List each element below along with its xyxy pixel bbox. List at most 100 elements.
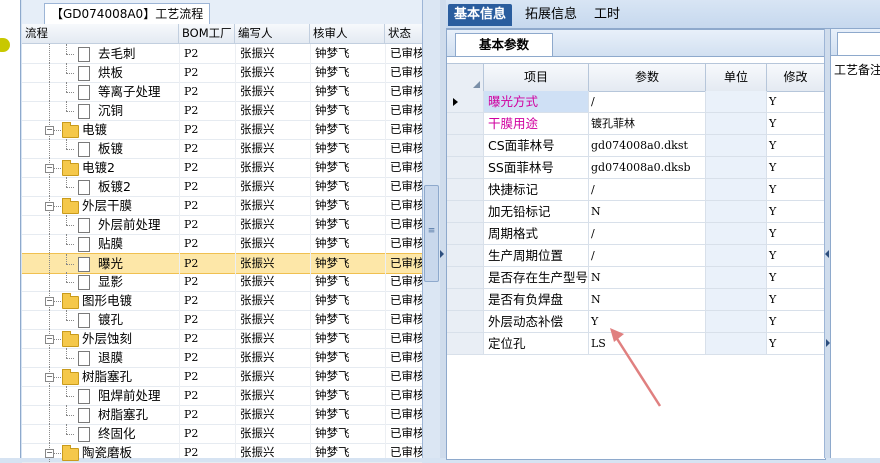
param-unit-cell[interactable] (706, 179, 767, 200)
tab-extended-info[interactable]: 拓展信息 (520, 4, 582, 26)
param-row[interactable]: 干膜用途 镀孔菲林 Y (447, 113, 825, 135)
tab-basic-info[interactable]: 基本信息 (448, 4, 512, 26)
tree-row[interactable]: 镀孔 P2 张振兴 钟梦飞 已审核 (22, 310, 425, 330)
collapse-icon[interactable]: − (45, 202, 54, 211)
param-value-cell[interactable]: 镀孔菲林 (589, 113, 706, 134)
splitter-left[interactable]: ≡ (422, 0, 441, 458)
tree-row[interactable]: 树脂塞孔 P2 张振兴 钟梦飞 已审核 (22, 405, 425, 425)
param-value-cell[interactable]: N (589, 289, 706, 310)
param-modify-cell[interactable]: Y (767, 91, 825, 112)
collapse-icon[interactable]: − (45, 297, 54, 306)
row-header[interactable] (447, 333, 484, 354)
param-modify-cell[interactable]: Y (767, 267, 825, 288)
param-unit-cell[interactable] (706, 113, 767, 134)
param-unit-cell[interactable] (706, 201, 767, 222)
tree-row[interactable]: − 电镀2 P2 张振兴 钟梦飞 已审核 (22, 158, 425, 178)
row-header[interactable] (447, 135, 484, 156)
param-modify-cell[interactable]: Y (767, 135, 825, 156)
tree-row[interactable]: − 外层干膜 P2 张振兴 钟梦飞 已审核 (22, 196, 425, 216)
tree-row[interactable]: 终固化 P2 张振兴 钟梦飞 已审核 (22, 424, 425, 444)
param-value-cell[interactable]: / (589, 91, 706, 112)
col-header-status[interactable]: 状态 (385, 24, 423, 43)
tab-process-notes[interactable] (837, 32, 880, 55)
param-modify-cell[interactable]: Y (767, 157, 825, 178)
param-value-cell[interactable]: / (589, 223, 706, 244)
tree-row[interactable]: 板镀2 P2 张振兴 钟梦飞 已审核 (22, 177, 425, 197)
param-row[interactable]: 曝光方式 / Y (447, 91, 825, 113)
param-unit-cell[interactable] (706, 135, 767, 156)
param-row[interactable]: CS面菲林号 gd074008a0.dkst Y (447, 135, 825, 157)
col-header-item[interactable]: 项目 (484, 64, 589, 91)
tree-row[interactable]: 退膜 P2 张振兴 钟梦飞 已审核 (22, 348, 425, 368)
tree-row[interactable]: − 外层蚀刻 P2 张振兴 钟梦飞 已审核 (22, 329, 425, 349)
col-header-writer[interactable]: 编写人 (235, 24, 310, 43)
tree-row[interactable]: 沉铜 P2 张振兴 钟梦飞 已审核 (22, 101, 425, 121)
tree-row[interactable]: 阻焊前处理 P2 张振兴 钟梦飞 已审核 (22, 386, 425, 406)
tree-row[interactable]: 贴膜 P2 张振兴 钟梦飞 已审核 (22, 234, 425, 254)
col-header-bom[interactable]: BOM工厂 (179, 24, 235, 43)
tree-row[interactable]: 去毛刺 P2 张振兴 钟梦飞 已审核 (22, 44, 425, 64)
param-value-cell[interactable]: gd074008a0.dksb (589, 157, 706, 178)
row-header[interactable] (447, 113, 484, 134)
param-unit-cell[interactable] (706, 245, 767, 266)
param-modify-cell[interactable]: Y (767, 201, 825, 222)
tree-row[interactable]: − 图形电镀 P2 张振兴 钟梦飞 已审核 (22, 291, 425, 311)
param-modify-cell[interactable]: Y (767, 333, 825, 354)
collapse-icon[interactable]: − (45, 164, 54, 173)
param-unit-cell[interactable] (706, 267, 767, 288)
row-header[interactable] (447, 289, 484, 310)
row-header[interactable] (447, 201, 484, 222)
tree-row[interactable]: − 电镀 P2 张振兴 钟梦飞 已审核 (22, 120, 425, 140)
tree-row[interactable]: 烘板 P2 张振兴 钟梦飞 已审核 (22, 63, 425, 83)
row-header[interactable] (447, 157, 484, 178)
param-value-cell[interactable]: / (589, 245, 706, 266)
tree-row[interactable]: 显影 P2 张振兴 钟梦飞 已审核 (22, 272, 425, 292)
param-modify-cell[interactable]: Y (767, 289, 825, 310)
tree-row[interactable]: 板镀 P2 张振兴 钟梦飞 已审核 (22, 139, 425, 159)
param-row[interactable]: 是否有负焊盘 N Y (447, 289, 825, 311)
collapse-icon[interactable]: − (45, 373, 54, 382)
col-header-modify[interactable]: 修改 (767, 64, 825, 91)
param-modify-cell[interactable]: Y (767, 223, 825, 244)
col-header-unit[interactable]: 单位 (706, 64, 767, 91)
param-unit-cell[interactable] (706, 289, 767, 310)
tree-row[interactable]: 等离子处理 P2 张振兴 钟梦飞 已审核 (22, 82, 425, 102)
param-modify-cell[interactable]: Y (767, 245, 825, 266)
row-header[interactable] (447, 267, 484, 288)
param-row[interactable]: 快捷标记 / Y (447, 179, 825, 201)
tree-row[interactable]: 外层前处理 P2 张振兴 钟梦飞 已审核 (22, 215, 425, 235)
collapse-icon[interactable]: − (45, 449, 54, 458)
tab-process-flow[interactable]: 【GD074008A0】工艺流程 (44, 3, 211, 24)
row-header[interactable] (447, 223, 484, 244)
row-header[interactable] (447, 91, 484, 112)
param-value-cell[interactable]: N (589, 201, 706, 222)
col-header-value[interactable]: 参数 (589, 64, 706, 91)
param-modify-cell[interactable]: Y (767, 179, 825, 200)
row-header[interactable] (447, 245, 484, 266)
row-header[interactable] (447, 311, 484, 332)
param-modify-cell[interactable]: Y (767, 311, 825, 332)
param-unit-cell[interactable] (706, 223, 767, 244)
param-unit-cell[interactable] (706, 311, 767, 332)
param-unit-cell[interactable] (706, 157, 767, 178)
param-unit-cell[interactable] (706, 91, 767, 112)
collapse-icon[interactable]: − (45, 335, 54, 344)
param-unit-cell[interactable] (706, 333, 767, 354)
tree-row[interactable]: 曝光 P2 张振兴 钟梦飞 已审核 (22, 253, 425, 274)
col-header-flow[interactable]: 流程 (22, 24, 179, 43)
param-row[interactable]: 是否存在生产型号 N Y (447, 267, 825, 289)
param-value-cell[interactable]: / (589, 179, 706, 200)
col-header-reviewer[interactable]: 核审人 (310, 24, 385, 43)
row-header[interactable] (447, 179, 484, 200)
param-row[interactable]: 周期格式 / Y (447, 223, 825, 245)
tree-row[interactable]: − 树脂塞孔 P2 张振兴 钟梦飞 已审核 (22, 367, 425, 387)
tab-basic-params[interactable]: 基本参数 (455, 33, 553, 56)
param-modify-cell[interactable]: Y (767, 113, 825, 134)
collapse-icon[interactable]: − (45, 126, 54, 135)
param-row[interactable]: 生产周期位置 / Y (447, 245, 825, 267)
param-value-cell[interactable]: gd074008a0.dkst (589, 135, 706, 156)
tree-row[interactable]: − 陶瓷磨板 P2 张振兴 钟梦飞 已审核 (22, 443, 425, 463)
param-row[interactable]: 加无铅标记 N Y (447, 201, 825, 223)
tab-labor-hours[interactable]: 工时 (590, 4, 624, 26)
param-value-cell[interactable]: N (589, 267, 706, 288)
